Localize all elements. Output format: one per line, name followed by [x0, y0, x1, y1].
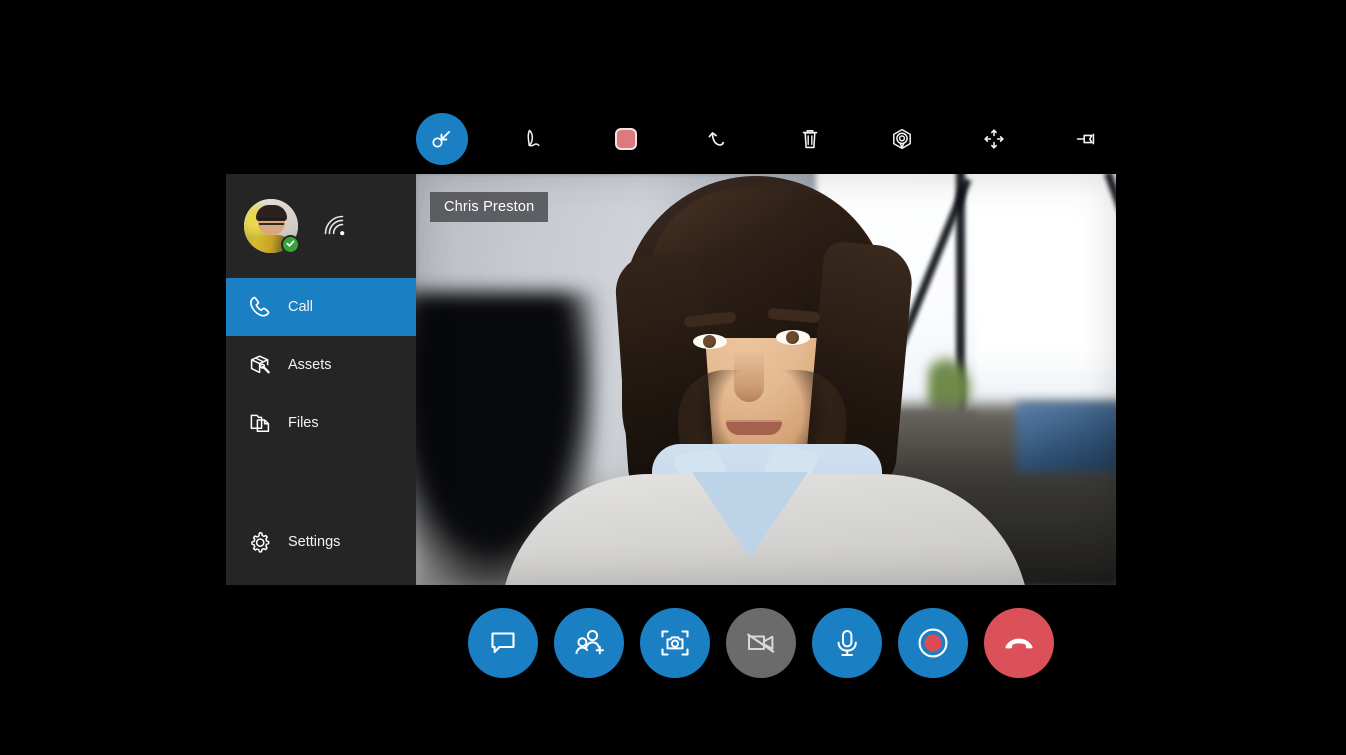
avatar[interactable] — [244, 199, 300, 254]
chat-bubble-icon — [487, 627, 519, 659]
tool-undo-button[interactable] — [692, 113, 744, 165]
sidebar-item-settings[interactable]: Settings — [226, 513, 416, 571]
phone-icon — [246, 293, 274, 321]
pen-ink-icon — [519, 124, 549, 154]
end-call-button[interactable] — [984, 608, 1054, 678]
person-eye-left — [693, 334, 727, 349]
check-badge-icon — [285, 236, 296, 254]
sidebar-item-assets[interactable]: Assets — [226, 336, 416, 394]
microphone-button[interactable] — [812, 608, 882, 678]
status-badge — [281, 235, 300, 254]
tool-delete-button[interactable] — [784, 113, 836, 165]
person-eye-right — [776, 330, 810, 345]
toolbar-gap — [652, 139, 692, 140]
record-button[interactable] — [898, 608, 968, 678]
pin-icon — [1072, 125, 1100, 153]
assets-box-icon — [246, 351, 274, 379]
toolbar-gap — [928, 139, 968, 140]
cursor-select-icon — [429, 126, 455, 152]
tool-color-button[interactable] — [600, 113, 652, 165]
end-call-icon — [1001, 625, 1037, 661]
color-swatch-icon — [615, 128, 637, 150]
signal-strength-icon — [322, 213, 348, 239]
tool-ink-button[interactable] — [508, 113, 560, 165]
sidebar-item-label: Assets — [288, 357, 332, 373]
person-iris-left — [703, 335, 716, 348]
toolbar-gap — [836, 139, 876, 140]
add-person-icon — [572, 626, 606, 660]
add-participant-button[interactable] — [554, 608, 624, 678]
call-controls — [468, 608, 1054, 678]
sidebar-item-call[interactable]: Call — [226, 278, 416, 336]
microphone-icon — [830, 626, 864, 660]
tool-pin-button[interactable] — [1060, 113, 1112, 165]
video-toggle-button[interactable] — [726, 608, 796, 678]
avatar-glasses — [259, 218, 284, 225]
video-off-icon — [743, 625, 779, 661]
tool-move-button[interactable] — [968, 113, 1020, 165]
toolbar-gap — [1020, 139, 1060, 140]
app-root: Call Assets Files Settings Chris Preston — [0, 0, 1346, 755]
location-marker-icon — [888, 125, 916, 153]
tool-select-button[interactable] — [416, 113, 468, 165]
sidebar-item-label: Call — [288, 299, 313, 315]
camera-capture-icon — [658, 626, 692, 660]
move-arrows-icon — [981, 126, 1007, 152]
video-background-window-right — [976, 174, 1116, 426]
sidebar-item-label: Settings — [288, 534, 341, 550]
app-window: Call Assets Files Settings Chris Preston — [226, 174, 1116, 585]
gear-icon — [246, 528, 274, 556]
toolbar-gap — [468, 139, 508, 140]
person-mouth — [726, 422, 782, 435]
record-icon — [914, 624, 952, 662]
toolbar-gap — [560, 139, 600, 140]
tool-anchor-button[interactable] — [876, 113, 928, 165]
chat-button[interactable] — [468, 608, 538, 678]
person-vneck-opening — [692, 472, 808, 558]
person-iris-right — [786, 331, 799, 344]
sidebar: Call Assets Files Settings — [226, 174, 416, 585]
undo-arrow-icon — [704, 125, 732, 153]
annotation-toolbar — [416, 112, 1116, 166]
profile-section — [226, 174, 416, 278]
video-background-monitor — [1016, 402, 1116, 472]
sidebar-item-label: Files — [288, 415, 319, 431]
sidebar-item-files[interactable]: Files — [226, 394, 416, 452]
toolbar-gap — [744, 139, 784, 140]
trash-icon — [797, 126, 823, 152]
video-feed[interactable]: Chris Preston — [416, 174, 1116, 585]
capture-photo-button[interactable] — [640, 608, 710, 678]
files-folder-icon — [246, 409, 274, 437]
participant-name-label: Chris Preston — [430, 192, 549, 222]
